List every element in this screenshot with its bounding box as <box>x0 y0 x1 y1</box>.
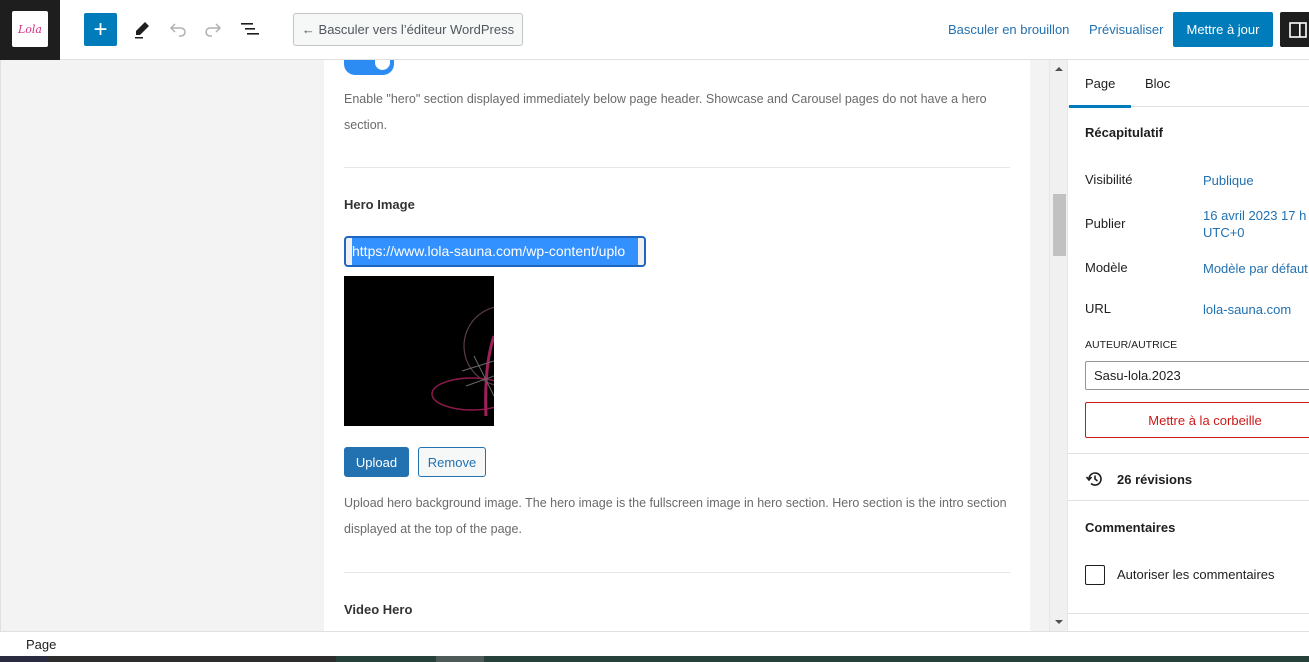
os-taskbar <box>0 656 1309 662</box>
hero-image-label: Hero Image <box>344 197 415 212</box>
move-to-trash-button[interactable]: Mettre à la corbeille <box>1085 402 1309 438</box>
redo-icon <box>205 23 222 37</box>
settings-sidebar: Page Bloc Récapitulatif Visibilité Publi… <box>1068 60 1309 631</box>
revisions-button[interactable]: 26 révisions <box>1085 469 1192 489</box>
template-value-button[interactable]: Modèle par défaut <box>1203 260 1308 277</box>
undo-icon <box>169 23 186 37</box>
settings-sidebar-toggle[interactable] <box>1280 12 1309 47</box>
hero-image-description: Upload hero background image. The hero i… <box>344 496 1007 536</box>
sidebar-tabs: Page Bloc <box>1068 60 1309 108</box>
plus-icon: + <box>93 15 108 43</box>
canvas-scrollbar[interactable] <box>1049 60 1068 631</box>
divider <box>1068 613 1309 614</box>
publish-date-button[interactable]: 16 avril 2023 17 h UTC+0 <box>1203 207 1306 241</box>
video-hero-label: Video Hero <box>344 602 413 617</box>
divider <box>344 167 1010 168</box>
list-view-button[interactable] <box>237 16 263 42</box>
tools-button[interactable] <box>129 16 155 42</box>
tab-block[interactable]: Bloc <box>1145 60 1170 107</box>
hero-image-preview <box>344 276 494 426</box>
update-label: Mettre à jour <box>1186 22 1260 37</box>
scroll-thumb[interactable] <box>1053 194 1066 256</box>
switch-to-draft-button[interactable]: Basculer en brouillon <box>948 22 1069 37</box>
url-value-button[interactable]: lola-sauna.com <box>1203 301 1291 318</box>
preview-button[interactable]: Prévisualiser <box>1089 22 1163 37</box>
remove-button[interactable]: Remove <box>418 447 486 477</box>
divider <box>1068 453 1309 454</box>
divider <box>344 572 1010 573</box>
list-view-icon <box>241 23 259 35</box>
author-label: AUTEUR/AUTRICE <box>1085 339 1178 351</box>
template-label: Modèle <box>1085 260 1128 275</box>
editor-header: Lola + ← Basculer vers l’éditeur WordPre… <box>0 0 1309 60</box>
remove-label: Remove <box>427 454 477 470</box>
history-icon <box>1085 472 1102 486</box>
hero-image-url-input[interactable]: https://www.lola-sauna.com/wp-content/up… <box>344 236 646 267</box>
add-block-button[interactable]: + <box>84 13 117 46</box>
editor-footer: Page <box>0 631 1309 656</box>
comments-heading: Commentaires <box>1085 520 1176 535</box>
hero-section-toggle[interactable] <box>344 60 394 75</box>
sidebar-toggle-icon <box>1288 21 1307 38</box>
logo-text: Lola <box>17 22 42 36</box>
upload-button[interactable]: Upload <box>344 447 409 477</box>
summary-heading: Récapitulatif <box>1085 125 1164 140</box>
allow-comments-label[interactable]: Autoriser les commentaires <box>1117 567 1275 582</box>
scroll-down-arrow-icon[interactable] <box>1054 617 1064 627</box>
tab-page[interactable]: Page <box>1068 60 1132 108</box>
switch-editor-label: ← Basculer vers l’éditeur WordPress <box>301 22 515 37</box>
toggle-knob <box>375 60 390 70</box>
revisions-label: 26 révisions <box>1117 471 1193 487</box>
upload-label: Upload <box>355 454 398 470</box>
site-logo: Lola <box>12 11 48 47</box>
publish-label: Publier <box>1085 216 1126 231</box>
undo-button[interactable] <box>165 16 191 42</box>
tab-page-label: Page <box>1085 76 1116 91</box>
scroll-up-arrow-icon[interactable] <box>1054 64 1064 74</box>
visibility-value-button[interactable]: Publique <box>1203 172 1254 189</box>
author-value: Sasu-lola.2023 <box>1094 368 1181 383</box>
trash-label: Mettre à la corbeille <box>1148 412 1262 428</box>
publish-timezone: UTC+0 <box>1203 225 1245 240</box>
tab-block-label: Bloc <box>1145 76 1171 91</box>
divider <box>1068 500 1309 501</box>
url-label: URL <box>1085 301 1112 316</box>
update-button[interactable]: Mettre à jour <box>1173 12 1273 47</box>
taskbar-search[interactable] <box>48 656 336 662</box>
site-logo-button[interactable]: Lola <box>0 0 60 60</box>
breadcrumb-page[interactable]: Page <box>26 637 56 652</box>
allow-comments-checkbox[interactable] <box>1085 565 1105 585</box>
page-settings-panel: Enable "hero" section displayed immediat… <box>324 60 1030 631</box>
visibility-label: Visibilité <box>1085 172 1133 187</box>
switch-to-wordpress-editor-button[interactable]: ← Basculer vers l’éditeur WordPress <box>293 13 523 46</box>
redo-button[interactable] <box>200 16 226 42</box>
pencil-icon <box>135 22 149 39</box>
taskbar-app[interactable] <box>436 656 484 662</box>
hero-image-graphic <box>431 306 494 417</box>
taskbar-start[interactable] <box>0 656 48 662</box>
author-select[interactable]: Sasu-lola.2023 <box>1085 361 1309 390</box>
publish-date: 16 avril 2023 17 h <box>1203 208 1307 223</box>
hero-image-url-value: https://www.lola-sauna.com/wp-content/up… <box>352 238 638 265</box>
hero-toggle-description: Enable "hero" section displayed immediat… <box>344 92 987 132</box>
